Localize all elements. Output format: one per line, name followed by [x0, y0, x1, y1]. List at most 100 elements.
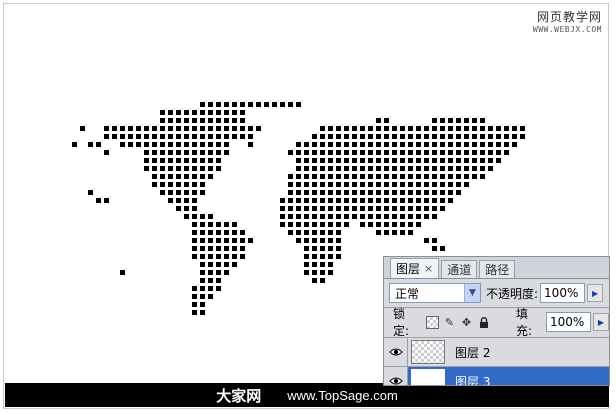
map-dot: [400, 166, 405, 171]
tab-paths[interactable]: 路径: [479, 260, 516, 278]
map-dot: [208, 102, 213, 107]
blend-mode-select[interactable]: 正常 ▼: [389, 283, 481, 303]
map-dot: [408, 206, 413, 211]
map-dot: [312, 278, 317, 283]
map-dot: [440, 126, 445, 131]
map-dot: [480, 174, 485, 179]
map-dot: [320, 182, 325, 187]
map-dot: [432, 166, 437, 171]
lock-move-icon[interactable]: ✥: [460, 316, 473, 329]
map-dot: [200, 246, 205, 251]
map-dot: [152, 182, 157, 187]
map-dot: [208, 118, 213, 123]
eye-icon[interactable]: [384, 367, 408, 385]
lock-all-icon[interactable]: [477, 316, 490, 329]
map-dot: [480, 118, 485, 123]
stepper-arrow-icon[interactable]: ▶: [593, 313, 609, 331]
map-dot: [376, 174, 381, 179]
map-dot: [152, 142, 157, 147]
map-dot: [200, 310, 205, 315]
map-dot: [120, 142, 125, 147]
map-dot: [304, 166, 309, 171]
map-dot: [184, 110, 189, 115]
map-dot: [480, 134, 485, 139]
document-canvas[interactable]: 网页教学网 WWW.WEBJX.COM 大家网 www.TopSage.com …: [0, 0, 616, 414]
map-dot: [288, 230, 293, 235]
map-dot: [336, 246, 341, 251]
map-dot: [232, 118, 237, 123]
layer-row[interactable]: 图层 2: [384, 337, 609, 366]
close-icon[interactable]: ×: [424, 262, 433, 275]
map-dot: [200, 278, 205, 283]
stepper-arrow-icon[interactable]: ▶: [587, 284, 604, 302]
map-dot: [488, 158, 493, 163]
map-dot: [392, 150, 397, 155]
map-dot: [376, 190, 381, 195]
map-dot: [328, 150, 333, 155]
lock-brush-icon[interactable]: ✎: [443, 316, 456, 329]
map-dot: [464, 118, 469, 123]
map-dot: [208, 222, 213, 227]
map-dot: [504, 150, 509, 155]
map-dot: [328, 270, 333, 275]
map-dot: [424, 238, 429, 243]
map-dot: [296, 166, 301, 171]
map-dot: [232, 134, 237, 139]
dropdown-arrow-icon[interactable]: ▼: [464, 284, 480, 302]
map-dot: [280, 206, 285, 211]
lock-transparency-icon[interactable]: [426, 315, 440, 329]
map-dot: [512, 134, 517, 139]
map-dot: [344, 142, 349, 147]
map-dot: [344, 182, 349, 187]
map-dot: [360, 166, 365, 171]
opacity-input[interactable]: 100%: [540, 283, 586, 303]
map-dot: [456, 166, 461, 171]
tab-layers[interactable]: 图层 ×: [390, 258, 440, 278]
map-dot: [496, 134, 501, 139]
map-dot: [448, 118, 453, 123]
map-dot: [488, 142, 493, 147]
map-dot: [472, 150, 477, 155]
map-dot: [232, 126, 237, 131]
map-dot: [224, 134, 229, 139]
map-dot: [208, 134, 213, 139]
map-dot: [320, 150, 325, 155]
map-dot: [272, 102, 277, 107]
map-dot: [312, 254, 317, 259]
map-dot: [384, 198, 389, 203]
map-dot: [304, 190, 309, 195]
map-dot: [320, 158, 325, 163]
map-dot: [400, 150, 405, 155]
map-dot: [328, 134, 333, 139]
map-dot: [432, 238, 437, 243]
map-dot: [216, 126, 221, 131]
map-dot: [216, 110, 221, 115]
map-dot: [360, 174, 365, 179]
watermark-domain: WWW.WEBJX.COM: [532, 25, 602, 34]
map-dot: [216, 118, 221, 123]
fill-input[interactable]: 100%: [546, 312, 591, 332]
map-dot: [224, 142, 229, 147]
map-dot: [312, 262, 317, 267]
map-dot: [216, 166, 221, 171]
map-dot: [312, 270, 317, 275]
eye-icon[interactable]: [384, 338, 408, 366]
map-dot: [504, 142, 509, 147]
map-dot: [192, 134, 197, 139]
map-dot: [312, 134, 317, 139]
map-dot: [88, 190, 93, 195]
map-dot: [328, 238, 333, 243]
map-dot: [296, 174, 301, 179]
map-dot: [408, 142, 413, 147]
map-dot: [384, 142, 389, 147]
layer-row-selected[interactable]: 图层 3: [384, 366, 609, 385]
map-dot: [160, 166, 165, 171]
map-dot: [192, 206, 197, 211]
tab-channels[interactable]: 通道: [441, 260, 478, 278]
map-dot: [192, 302, 197, 307]
map-dot: [112, 134, 117, 139]
map-dot: [456, 118, 461, 123]
map-dot: [200, 118, 205, 123]
map-dot: [184, 166, 189, 171]
map-dot: [208, 270, 213, 275]
